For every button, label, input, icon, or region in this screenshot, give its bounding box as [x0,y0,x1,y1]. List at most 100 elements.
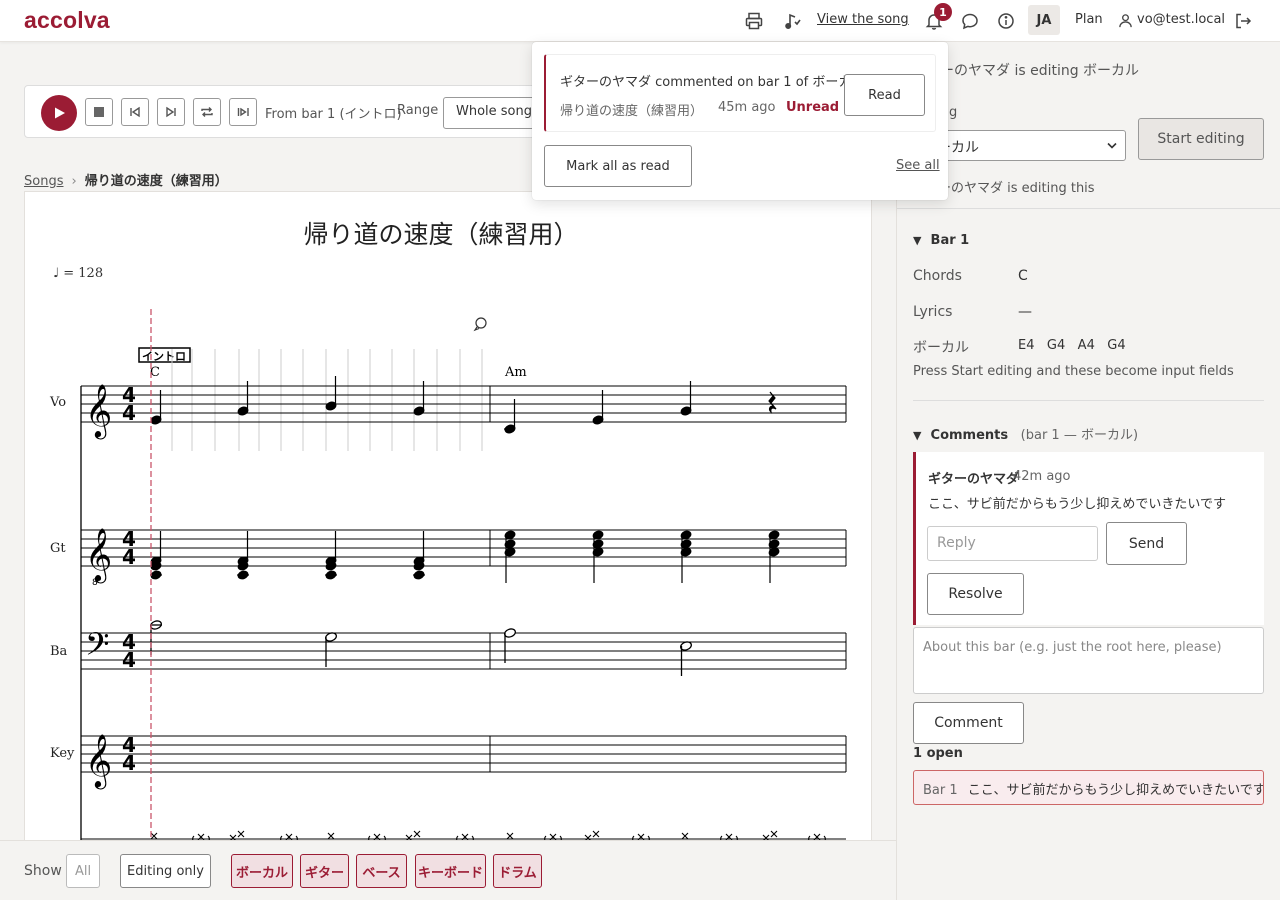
score-sheet[interactable]: 帰り道の速度（練習用） ♩ = 128 イントロ C Am Vo Gt Ba K… [24,191,872,841]
plan-link[interactable]: Plan [1075,12,1103,27]
part-toggle-bass[interactable]: ベース [356,854,407,888]
guitar-chord[interactable] [150,531,162,580]
chords-label: Chords [913,268,962,284]
treble-clef-icon: 𝄞 [85,383,112,439]
part-toggle-keyboard[interactable]: キーボード [415,854,486,888]
section-marker-label: イントロ [142,350,186,363]
staff-label-guitar: Gt [50,541,66,556]
reply-input[interactable]: Reply [927,526,1098,561]
note-value: G4 [1107,338,1126,353]
app-logo[interactable]: accolva [24,7,110,34]
staff-guitar [81,529,847,567]
skip-back-button[interactable] [121,98,149,126]
time-sig-bass-bottom: 4 [122,648,136,672]
comment-marker-icon[interactable] [473,317,487,332]
bass-note[interactable] [504,628,517,663]
tempo-marking: ♩ = 128 [53,266,103,281]
staff-keys [81,735,847,773]
note-value: G4 [1046,338,1066,353]
play-button[interactable] [41,95,77,131]
comment-body: ここ、サビ前だからもう少し抑えめでいきたいです [928,497,1226,512]
guitar-chord[interactable] [592,530,604,583]
note-value: A4 [1077,338,1095,353]
skip-forward-button[interactable] [157,98,185,126]
part-toggle-vocal[interactable]: ボーカル [231,854,293,888]
bass-clef-icon: 𝄢 [85,626,109,670]
comments-section-toggle[interactable]: ▼ Comments (bar 1 — ボーカル) [913,424,1138,443]
part-toggle-guitar[interactable]: ギター [300,854,349,888]
staff-label-bass: Ba [50,644,68,659]
print-icon[interactable] [743,10,765,32]
score-title: 帰り道の速度（練習用） [303,220,578,249]
show-all-button[interactable]: All [66,854,100,888]
notification-status: Unread [786,100,840,115]
triangle-down-icon: ▼ [913,429,922,442]
vocal-note[interactable] [325,376,337,411]
triangle-down-icon: ▼ [913,234,922,247]
staff-bass [81,632,847,670]
comment-button[interactable]: Comment [913,702,1024,744]
comment-author: ギターのヤマダ [928,472,1020,487]
staff-vocal [81,385,847,423]
lyrics-value: — [1018,304,1032,320]
lyrics-label: Lyrics [913,304,953,320]
divider [913,400,1264,401]
treble-clef-icon: 𝄞 [85,733,112,789]
range-label: Range [397,103,439,118]
play-from-bar-button[interactable] [229,98,257,126]
guitar-chord[interactable] [680,530,692,583]
play-position-label: From bar 1 (イントロ) [265,107,402,122]
mark-all-read-button[interactable]: Mark all as read [544,145,692,187]
comments-context: (bar 1 — ボーカル) [1020,428,1139,443]
open-comment-item[interactable]: Bar 1 ここ、サビ前だからもう少し抑えめでいきたいです [913,770,1264,805]
bass-note[interactable] [680,641,693,676]
part-toggle-drums[interactable]: ドラム [493,854,542,888]
breadcrumb: Songs › 帰り道の速度（練習用） [24,170,228,189]
info-icon[interactable] [995,10,1017,32]
logout-icon[interactable] [1232,10,1254,32]
notification-popover: ギターのヤマダ commented on bar 1 of ボーカル 帰り道の速… [532,42,948,200]
bar-selection-highlight [171,349,483,451]
notification-item[interactable]: ギターのヤマダ commented on bar 1 of ボーカル 帰り道の速… [544,54,936,132]
breadcrumb-songs-link[interactable]: Songs [24,174,63,189]
bar-section-toggle[interactable]: ▼ Bar 1 [913,233,969,248]
start-editing-button[interactable]: Start editing [1138,118,1264,160]
user-email[interactable]: vo@test.local [1137,12,1225,27]
staff-label-keys: Key [50,746,75,761]
bass-note[interactable] [325,632,338,667]
notification-song: 帰り道の速度（練習用） [560,104,704,119]
open-comments-count: 1 open [913,746,963,761]
user-avatar[interactable]: JA [1028,5,1060,35]
chat-icon[interactable] [959,10,981,32]
music-note-icon[interactable] [782,10,804,32]
notification-read-button[interactable]: Read [844,74,925,116]
user-icon [1116,11,1134,29]
see-all-link[interactable]: See all [896,158,940,173]
notification-badge: 1 [934,3,952,21]
guitar-chord[interactable] [504,530,516,583]
octave-marker: 8 [92,578,98,588]
open-item-text: ここ、サビ前だからもう少し抑えめでいきたいです [967,783,1264,798]
resolve-button[interactable]: Resolve [927,573,1024,615]
view-song-link[interactable]: View the song [817,12,909,27]
open-item-bar: Bar 1 [923,783,958,798]
notification-time: 45m ago [718,100,776,115]
new-comment-textarea[interactable]: About this bar (e.g. just the root here,… [913,627,1264,694]
show-label: Show [24,863,62,879]
time-sig-guitar-bottom: 4 [122,545,136,569]
editing-only-button[interactable]: Editing only [120,854,211,888]
stop-button[interactable] [85,98,113,126]
chevron-down-icon [1107,142,1117,149]
guitar-chord[interactable] [413,531,425,580]
note-value: E4 [1018,338,1035,353]
chord-label-am: Am [504,365,527,380]
guitar-chord[interactable] [325,531,337,580]
send-button[interactable]: Send [1106,522,1187,565]
loop-button[interactable] [193,98,221,126]
part-notes-label: ボーカル [913,340,969,356]
part-filter-bar: Show All Editing only ボーカル ギター ベース キーボード… [0,840,897,900]
time-sig-vocal-bottom: 4 [122,401,136,425]
guitar-chord[interactable] [768,530,780,583]
playback-toolbar: From bar 1 (イントロ) Range Whole song [24,85,593,138]
guitar-chord[interactable] [237,531,249,580]
